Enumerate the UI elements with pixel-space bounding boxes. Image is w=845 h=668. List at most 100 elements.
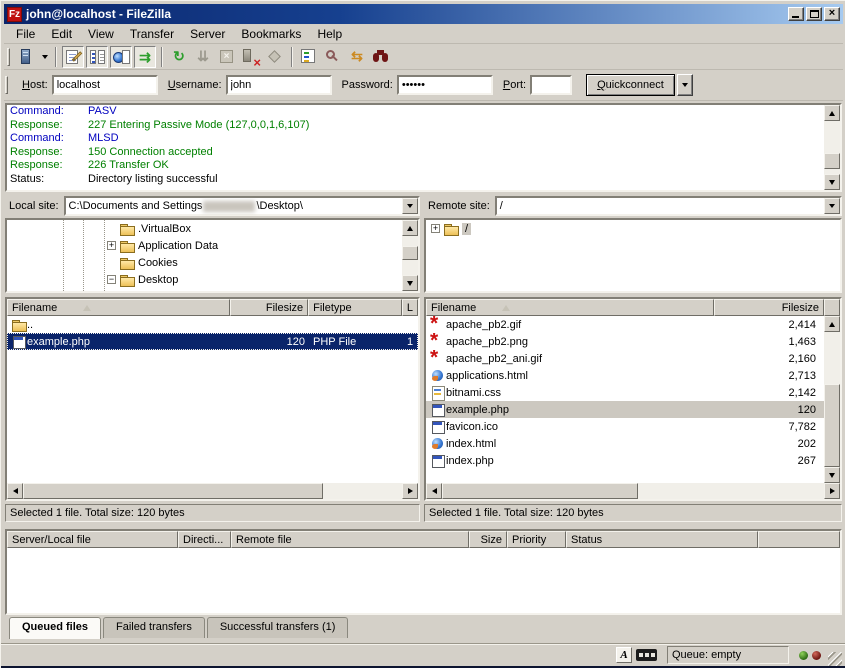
column-last-modified[interactable]: L — [402, 299, 418, 316]
scroll-left-button[interactable] — [426, 483, 442, 499]
port-input[interactable] — [530, 75, 572, 95]
column-size[interactable]: Size — [469, 531, 507, 548]
file-row[interactable]: favicon.ico7,782 — [426, 418, 840, 435]
quickconnect-grip[interactable] — [5, 76, 8, 94]
close-button[interactable]: × — [824, 7, 840, 21]
scroll-down-button[interactable] — [824, 467, 840, 483]
scrollbar-thumb[interactable] — [442, 483, 638, 499]
local-tree-scrollbar[interactable] — [402, 220, 418, 291]
column-server-local-file[interactable]: Server/Local file — [7, 531, 178, 548]
scroll-up-button[interactable] — [402, 220, 418, 236]
scroll-down-button[interactable] — [402, 275, 418, 291]
file-row[interactable]: applications.html2,713 — [426, 367, 840, 384]
toggle-local-tree-button[interactable] — [86, 46, 108, 68]
collapse-icon[interactable]: − — [107, 275, 116, 284]
toggle-transfer-queue-button[interactable]: ⇉ — [134, 46, 156, 68]
speed-limits-icon[interactable] — [636, 649, 657, 661]
column-status[interactable]: Status — [566, 531, 758, 548]
expand-icon[interactable]: + — [431, 224, 440, 233]
directory-comparison-button[interactable] — [322, 46, 344, 68]
menu-bookmarks[interactable]: Bookmarks — [233, 25, 309, 43]
synchronized-browsing-button[interactable]: ⇆ — [346, 46, 368, 68]
toggle-remote-tree-button[interactable] — [110, 46, 132, 68]
refresh-button[interactable]: ↻ — [168, 46, 190, 68]
site-manager-button[interactable] — [15, 46, 37, 68]
scrollbar-thumb[interactable] — [824, 384, 840, 467]
process-queue-button[interactable]: ⇊ — [192, 46, 214, 68]
data-type-ascii-icon[interactable]: A — [616, 647, 632, 663]
file-row[interactable]: bitnami.css2,142 — [426, 384, 840, 401]
toggle-message-log-button[interactable] — [62, 46, 84, 68]
folder-icon — [119, 238, 135, 254]
file-row-parent-dir[interactable]: .. — [7, 316, 418, 333]
log-scrollbar[interactable] — [824, 105, 840, 190]
local-site-combo[interactable]: C:\Documents and Settings\Desktop\ — [64, 196, 420, 216]
password-input[interactable] — [397, 75, 493, 95]
cancel-operation-button[interactable]: × — [216, 46, 238, 68]
html-file-icon — [430, 436, 446, 452]
tab-successful-transfers[interactable]: Successful transfers (1) — [207, 617, 349, 638]
remote-site-dropdown[interactable] — [824, 198, 840, 214]
activity-led-green — [799, 651, 808, 660]
file-row[interactable]: apache_pb2.png1,463 — [426, 333, 840, 350]
status-bar: A Queue: empty — [1, 643, 845, 666]
remote-site-combo[interactable]: / — [495, 196, 842, 216]
host-input[interactable] — [52, 75, 158, 95]
column-direction[interactable]: Directi... — [178, 531, 231, 548]
tab-queued-files[interactable]: Queued files — [9, 617, 101, 639]
site-manager-dropdown[interactable] — [38, 46, 51, 68]
scrollbar-thumb[interactable] — [23, 483, 323, 499]
quickconnect-dropdown[interactable] — [677, 74, 693, 96]
scroll-up-button[interactable] — [824, 316, 840, 332]
disconnect-button[interactable]: × — [240, 46, 262, 68]
column-remote-file[interactable]: Remote file — [231, 531, 469, 548]
scroll-left-button[interactable] — [7, 483, 23, 499]
column-filename[interactable]: Filename — [7, 299, 230, 316]
scroll-up-button[interactable] — [824, 105, 840, 121]
column-filesize[interactable]: Filesize — [714, 299, 824, 316]
reconnect-button[interactable] — [264, 46, 286, 68]
menu-server[interactable]: Server — [182, 25, 233, 43]
remote-list-scrollbar[interactable] — [824, 316, 840, 483]
file-row[interactable]: apache_pb2_ani.gif2,160 — [426, 350, 840, 367]
scroll-right-button[interactable] — [402, 483, 418, 499]
expand-icon[interactable]: + — [107, 241, 116, 250]
tree-item-virtualbox[interactable]: .VirtualBox — [7, 220, 418, 237]
file-row-example-php[interactable]: example.php120 — [426, 401, 840, 418]
toolbar-grip[interactable] — [7, 48, 10, 66]
tab-failed-transfers[interactable]: Failed transfers — [103, 617, 205, 638]
scrollbar-thumb[interactable] — [824, 153, 840, 169]
column-filename[interactable]: Filename — [426, 299, 714, 316]
find-files-button[interactable] — [370, 46, 392, 68]
file-row[interactable]: index.php267 — [426, 452, 840, 469]
quickconnect-button[interactable]: Quickconnect — [586, 74, 675, 96]
tree-item-application-data[interactable]: + Application Data — [7, 237, 418, 254]
column-filesize[interactable]: Filesize — [230, 299, 308, 316]
local-site-dropdown[interactable] — [402, 198, 418, 214]
menu-transfer[interactable]: Transfer — [122, 25, 182, 43]
remote-list-hscrollbar[interactable] — [426, 483, 840, 499]
menu-view[interactable]: View — [80, 25, 122, 43]
file-row[interactable]: apache_pb2.gif2,414 — [426, 316, 840, 333]
menu-help[interactable]: Help — [309, 25, 350, 43]
column-filetype[interactable]: Filetype — [308, 299, 402, 316]
scroll-right-button[interactable] — [824, 483, 840, 499]
minimize-button[interactable] — [788, 7, 804, 21]
tree-item-cookies[interactable]: Cookies — [7, 254, 418, 271]
file-row[interactable]: index.html202 — [426, 435, 840, 452]
log-line: Response:150 Connection accepted — [7, 146, 840, 160]
tree-item-root[interactable]: + / — [426, 220, 840, 237]
column-priority[interactable]: Priority — [507, 531, 566, 548]
scroll-down-button[interactable] — [824, 174, 840, 190]
file-row-example-php[interactable]: example.php 120 PHP File 1 — [7, 333, 418, 350]
menu-file[interactable]: File — [8, 25, 43, 43]
menu-edit[interactable]: Edit — [43, 25, 80, 43]
filter-button[interactable] — [298, 46, 320, 68]
local-list-hscrollbar[interactable] — [7, 483, 418, 499]
tree-item-desktop[interactable]: − Desktop — [7, 271, 418, 288]
username-input[interactable] — [226, 75, 332, 95]
resize-grip[interactable] — [828, 652, 842, 666]
maximize-button[interactable] — [806, 7, 822, 21]
scrollbar-thumb[interactable] — [402, 246, 418, 260]
binoculars-icon — [373, 53, 379, 62]
